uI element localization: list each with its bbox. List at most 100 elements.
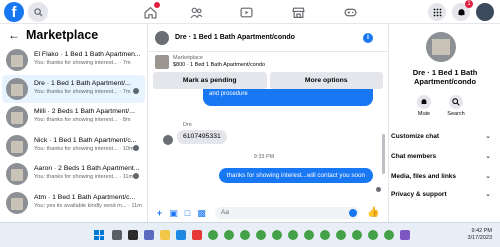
sidebar-header: ← Marketplace xyxy=(0,24,147,46)
more-options-button[interactable]: More options xyxy=(269,72,383,89)
top-navigation-bar: f 1 xyxy=(0,0,500,24)
conversation-name: Nick · 1 Bed 1 Bath Apartment/c... xyxy=(34,136,137,144)
outgoing-message-bubble: and procedure xyxy=(203,89,373,106)
message-timestamp: 9:33 PM xyxy=(253,154,275,160)
row-label: Privacy & support xyxy=(391,190,447,198)
contact-avatar[interactable] xyxy=(155,30,169,45)
thumbs-up-icon[interactable]: 👍 xyxy=(367,207,379,218)
notifications-button[interactable]: 1 xyxy=(452,0,473,21)
app-icon[interactable] xyxy=(192,230,202,240)
outgoing-message-bubble: thanks for showing interest...will conta… xyxy=(218,168,373,183)
chrome-icon[interactable] xyxy=(240,230,250,240)
listing-thumbnail xyxy=(6,49,28,71)
search-action[interactable]: Search xyxy=(441,95,471,117)
row-label: Media, files and links xyxy=(391,172,457,180)
chrome-icon[interactable] xyxy=(288,230,298,240)
app-icon[interactable] xyxy=(400,230,410,240)
profile-avatar[interactable] xyxy=(476,3,494,21)
chat-members-row[interactable]: Chat members ⌄ xyxy=(389,148,500,164)
chrome-icon[interactable] xyxy=(304,230,314,240)
listing-thumbnail xyxy=(6,77,28,100)
back-arrow-icon[interactable]: ← xyxy=(8,28,20,42)
listing-thumbnail xyxy=(6,163,28,185)
chevron-down-icon: ⌄ xyxy=(485,133,491,140)
message-input[interactable]: Aa xyxy=(215,207,359,219)
search-icon xyxy=(33,7,43,17)
message-composer: + ▣ □ ▩ Aa 👍 xyxy=(149,204,387,222)
nav-gaming[interactable] xyxy=(342,4,358,20)
sticker-icon[interactable]: □ xyxy=(183,208,192,218)
mark-as-pending-button[interactable]: Mark as pending xyxy=(153,72,267,89)
conversation-snippet: You: thanks for showing interest... · 11… xyxy=(34,174,134,180)
chrome-icon[interactable] xyxy=(368,230,378,240)
nav-home[interactable] xyxy=(142,2,160,20)
windows-taskbar: 9:42 PM 3/17/2023 xyxy=(0,222,500,247)
facebook-logo[interactable]: f xyxy=(4,2,24,22)
seen-indicator-avatar xyxy=(376,187,381,192)
info-icon[interactable]: i xyxy=(363,33,373,43)
chat-app-icon[interactable] xyxy=(144,230,154,240)
mute-label: Mute xyxy=(417,111,431,117)
chrome-icon[interactable] xyxy=(320,230,330,240)
customize-chat-row[interactable]: Customize chat ⌄ xyxy=(389,128,500,144)
listing-thumbnail xyxy=(6,134,28,157)
media-files-links-row[interactable]: Media, files and links ⌄ xyxy=(389,168,500,184)
file-explorer-icon[interactable] xyxy=(160,230,170,240)
chat-scrollbar[interactable] xyxy=(382,134,385,174)
conversation-item[interactable]: Aaron · 2 Beds 1 Bath Apartment... You: … xyxy=(2,160,145,189)
conversation-item[interactable]: Nick · 1 Bed 1 Bath Apartment/c... You: … xyxy=(2,132,145,161)
chrome-icon[interactable] xyxy=(224,230,234,240)
chat-title[interactable]: Dre · 1 Bed 1 Bath Apartment/condo xyxy=(175,34,295,41)
chrome-icon[interactable] xyxy=(336,230,346,240)
chevron-down-icon: ⌄ xyxy=(485,191,491,198)
listing-banner[interactable]: Marketplace $800 · 1 Bed 1 Bath Apartmen… xyxy=(149,52,387,72)
conversation-snippet: You: thanks for showing interest... · 8m xyxy=(34,117,131,123)
emoji-icon[interactable] xyxy=(349,209,357,217)
nav-friends[interactable] xyxy=(188,4,204,20)
edge-browser-icon[interactable] xyxy=(176,230,186,240)
conversation-name: El Flako · 1 Bed 1 Bath Apartmen... xyxy=(34,51,141,58)
conversation-item[interactable]: Atm · 1 Bed 1 Bath Apartment/c... You: y… xyxy=(2,189,145,218)
privacy-support-row[interactable]: Privacy & support ⌄ xyxy=(389,186,500,202)
listing-thumbnail xyxy=(6,191,28,214)
image-icon[interactable]: ▣ xyxy=(169,208,178,218)
mute-action[interactable]: Mute xyxy=(409,95,439,117)
conversation-name: Milli · 2 Beds 1 Bath Apartment/... xyxy=(34,108,135,115)
row-label: Chat members xyxy=(391,152,437,160)
search-label: Search xyxy=(447,111,465,117)
chevron-down-icon: ⌄ xyxy=(485,153,491,160)
read-receipt-avatar xyxy=(133,173,139,179)
task-view-icon[interactable] xyxy=(128,230,138,240)
system-clock[interactable]: 9:42 PM 3/17/2023 xyxy=(468,228,492,242)
conversation-item[interactable]: Milli · 2 Beds 1 Bath Apartment/... You:… xyxy=(2,103,145,132)
conversation-snippet: You: thanks for showing interest... · 10… xyxy=(34,145,134,152)
plus-icon[interactable]: + xyxy=(155,208,164,218)
message-text: and procedure xyxy=(209,91,248,97)
sidebar-title: Marketplace xyxy=(26,28,99,42)
chrome-icon[interactable] xyxy=(256,230,266,240)
friends-icon xyxy=(190,7,202,18)
listing-actions: Mark as pending More options xyxy=(149,72,387,89)
clock-date: 3/17/2023 xyxy=(467,235,492,241)
chrome-icon[interactable] xyxy=(208,230,218,240)
listing-thumbnail xyxy=(155,55,169,69)
chrome-icon[interactable] xyxy=(352,230,362,240)
conversation-item-active[interactable]: Dre · 1 Bed 1 Bath Apartment/... You: th… xyxy=(2,74,145,103)
bell-icon xyxy=(458,8,464,16)
chrome-icon[interactable] xyxy=(272,230,282,240)
nav-watch[interactable] xyxy=(238,4,254,20)
marketplace-conversation-list: ← Marketplace El Flako · 1 Bed 1 Bath Ap… xyxy=(0,24,148,222)
chat-panel: Dre · 1 Bed 1 Bath Apartment/condo i Mar… xyxy=(149,24,387,222)
chrome-icon[interactable] xyxy=(384,230,394,240)
gif-icon[interactable]: ▩ xyxy=(197,208,206,218)
bell-icon xyxy=(417,95,431,109)
search-button[interactable] xyxy=(28,2,48,22)
conversation-item[interactable]: El Flako · 1 Bed 1 Bath Apartmen... You:… xyxy=(2,46,145,75)
sender-name: Dre xyxy=(183,122,192,128)
sender-avatar[interactable] xyxy=(163,135,173,145)
search-taskbar-icon[interactable] xyxy=(112,230,122,240)
nav-marketplace[interactable] xyxy=(290,4,306,20)
windows-start-icon[interactable] xyxy=(94,230,104,240)
contact-large-avatar[interactable] xyxy=(426,32,456,62)
menu-button[interactable] xyxy=(428,3,446,21)
